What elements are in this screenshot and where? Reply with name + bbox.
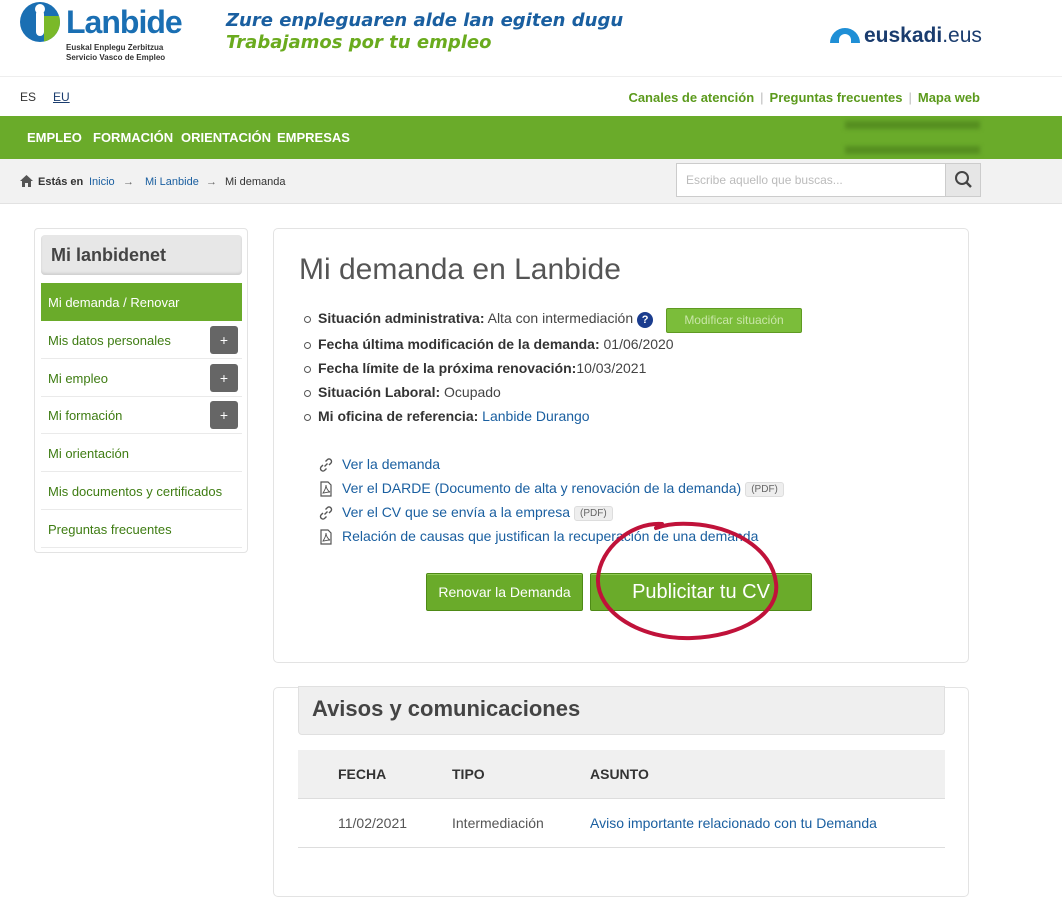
pdf-icon bbox=[320, 481, 332, 497]
lanbide-logo-icon bbox=[20, 2, 60, 42]
row-fecha: 11/02/2021 bbox=[338, 815, 408, 831]
nav-formacion[interactable]: FORMACIÓN bbox=[93, 130, 173, 145]
row-asunto-link[interactable]: Aviso importante relacionado con tu Dema… bbox=[590, 815, 877, 831]
lang-eu-link[interactable]: EU bbox=[53, 90, 70, 104]
euskadi-dome-icon bbox=[830, 28, 860, 43]
nav-orientacion[interactable]: ORIENTACIÓN bbox=[181, 130, 271, 145]
ver-darde-link[interactable]: Ver el DARDE (Documento de alta y renova… bbox=[342, 480, 784, 497]
notices-panel: Avisos y comunicaciones FECHA TIPO ASUNT… bbox=[273, 686, 969, 897]
canales-link[interactable]: Canales de atención bbox=[628, 90, 754, 105]
help-icon[interactable]: ? bbox=[637, 312, 654, 328]
ver-cv-link[interactable]: Ver el CV que se envía a la empresa (PDF) bbox=[342, 504, 613, 521]
redacted-user-area bbox=[845, 121, 980, 129]
col-asunto: ASUNTO bbox=[590, 766, 649, 782]
demanda-panel: Mi demanda en Lanbide Situación administ… bbox=[273, 228, 969, 663]
relacion-causas-link[interactable]: Relación de causas que justifican la rec… bbox=[342, 528, 758, 544]
mapa-web-link[interactable]: Mapa web bbox=[918, 90, 980, 105]
sidebar-item-documentos[interactable]: Mis documentos y certificados bbox=[41, 472, 242, 510]
preguntas-link[interactable]: Preguntas frecuentes bbox=[770, 90, 903, 105]
home-icon bbox=[20, 175, 33, 187]
redacted-user-area-2 bbox=[845, 146, 980, 154]
publicitar-cv-button[interactable]: Publicitar tu CV bbox=[590, 573, 812, 611]
nav-empleo[interactable]: EMPLEO bbox=[27, 130, 82, 145]
page-title: Mi demanda en Lanbide bbox=[299, 253, 621, 286]
breadcrumb-inicio[interactable]: Inicio bbox=[89, 176, 115, 188]
table-row: 11/02/2021 Intermediación Aviso importan… bbox=[298, 799, 945, 848]
utility-links: Canales de atención | Preguntas frecuentes… bbox=[628, 90, 980, 105]
lang-es-link[interactable]: ES bbox=[20, 90, 36, 104]
row-tipo: Intermediación bbox=[452, 815, 544, 831]
renovar-demanda-button[interactable]: Renovar la Demanda bbox=[426, 573, 583, 611]
ver-demanda-link[interactable]: Ver la demanda bbox=[342, 456, 440, 472]
euskadi-logo[interactable]: euskadi.eus bbox=[830, 24, 982, 48]
col-tipo: TIPO bbox=[452, 766, 485, 782]
sidebar-item-mi-formacion[interactable]: Mi formación + bbox=[41, 396, 242, 434]
search-icon bbox=[955, 171, 972, 188]
expand-plus-icon[interactable]: + bbox=[210, 364, 238, 392]
sidebar-item-mi-empleo[interactable]: Mi empleo + bbox=[41, 359, 242, 397]
link-icon bbox=[319, 458, 333, 472]
search-box bbox=[676, 163, 981, 197]
sidebar-title: Mi lanbidenet bbox=[41, 235, 242, 275]
info-situacion-laboral: Situación Laboral: Ocupado bbox=[304, 384, 501, 400]
breadcrumb-label: Estás en bbox=[38, 176, 84, 188]
sidebar-item-datos-personales[interactable]: Mis datos personales + bbox=[41, 321, 242, 359]
expand-plus-icon[interactable]: + bbox=[210, 401, 238, 429]
search-button[interactable] bbox=[945, 164, 980, 196]
logo-wordmark: Lanbide bbox=[66, 4, 183, 40]
utility-bar: ES EU Canales de atención | Preguntas frec… bbox=[0, 76, 1062, 116]
pdf-icon bbox=[320, 529, 332, 545]
main-nav: EMPLEO FORMACIÓN ORIENTACIÓN EMPRESAS bbox=[0, 116, 1062, 159]
breadcrumb-arrow-icon: → bbox=[123, 176, 134, 188]
info-fecha-renovacion: Fecha límite de la próxima renovación:10… bbox=[303, 360, 647, 376]
sidebar: Mi lanbidenet Mi demanda / Renovar Mis d… bbox=[34, 228, 248, 553]
modificar-situacion-button[interactable]: Modificar situación bbox=[666, 308, 802, 333]
slogan-eu: Zure enpleguaren alde lan egiten dugu bbox=[226, 10, 624, 31]
lanbide-logo[interactable]: Lanbide Euskal Enplegu Zerbitzua Servici… bbox=[20, 2, 183, 64]
slogan-es: Trabajamos por tu empleo bbox=[226, 32, 492, 53]
search-input[interactable] bbox=[677, 164, 945, 196]
sidebar-item-mi-demanda[interactable]: Mi demanda / Renovar bbox=[41, 283, 242, 321]
info-oficina-referencia: Mi oficina de referencia: Lanbide Durang… bbox=[304, 408, 590, 424]
nav-empresas[interactable]: EMPRESAS bbox=[277, 130, 350, 145]
pdf-badge: (PDF) bbox=[745, 482, 784, 497]
logo-subtitle-es: Servicio Vasco de Empleo bbox=[66, 53, 166, 62]
breadcrumb-current: Mi demanda bbox=[225, 176, 286, 188]
link-icon bbox=[319, 506, 333, 520]
logo-subtitle-eu: Euskal Enplegu Zerbitzua bbox=[66, 43, 164, 52]
breadcrumb-mi-lanbide[interactable]: Mi Lanbide bbox=[145, 176, 199, 188]
notices-table-header: FECHA TIPO ASUNTO bbox=[298, 750, 945, 799]
breadcrumb-arrow-icon: → bbox=[206, 176, 217, 188]
col-fecha: FECHA bbox=[338, 766, 387, 782]
pdf-badge: (PDF) bbox=[574, 506, 613, 521]
expand-plus-icon[interactable]: + bbox=[210, 326, 238, 354]
notices-title: Avisos y comunicaciones bbox=[298, 686, 945, 735]
info-situacion-administrativa: Situación administrativa: Alta con inter… bbox=[303, 310, 654, 328]
sidebar-item-mi-orientacion[interactable]: Mi orientación bbox=[41, 434, 242, 472]
info-fecha-modificacion: Fecha última modificación de la demanda:… bbox=[304, 336, 674, 352]
sidebar-item-preguntas[interactable]: Preguntas frecuentes bbox=[41, 510, 242, 548]
site-header: Lanbide Euskal Enplegu Zerbitzua Servici… bbox=[0, 0, 1062, 76]
